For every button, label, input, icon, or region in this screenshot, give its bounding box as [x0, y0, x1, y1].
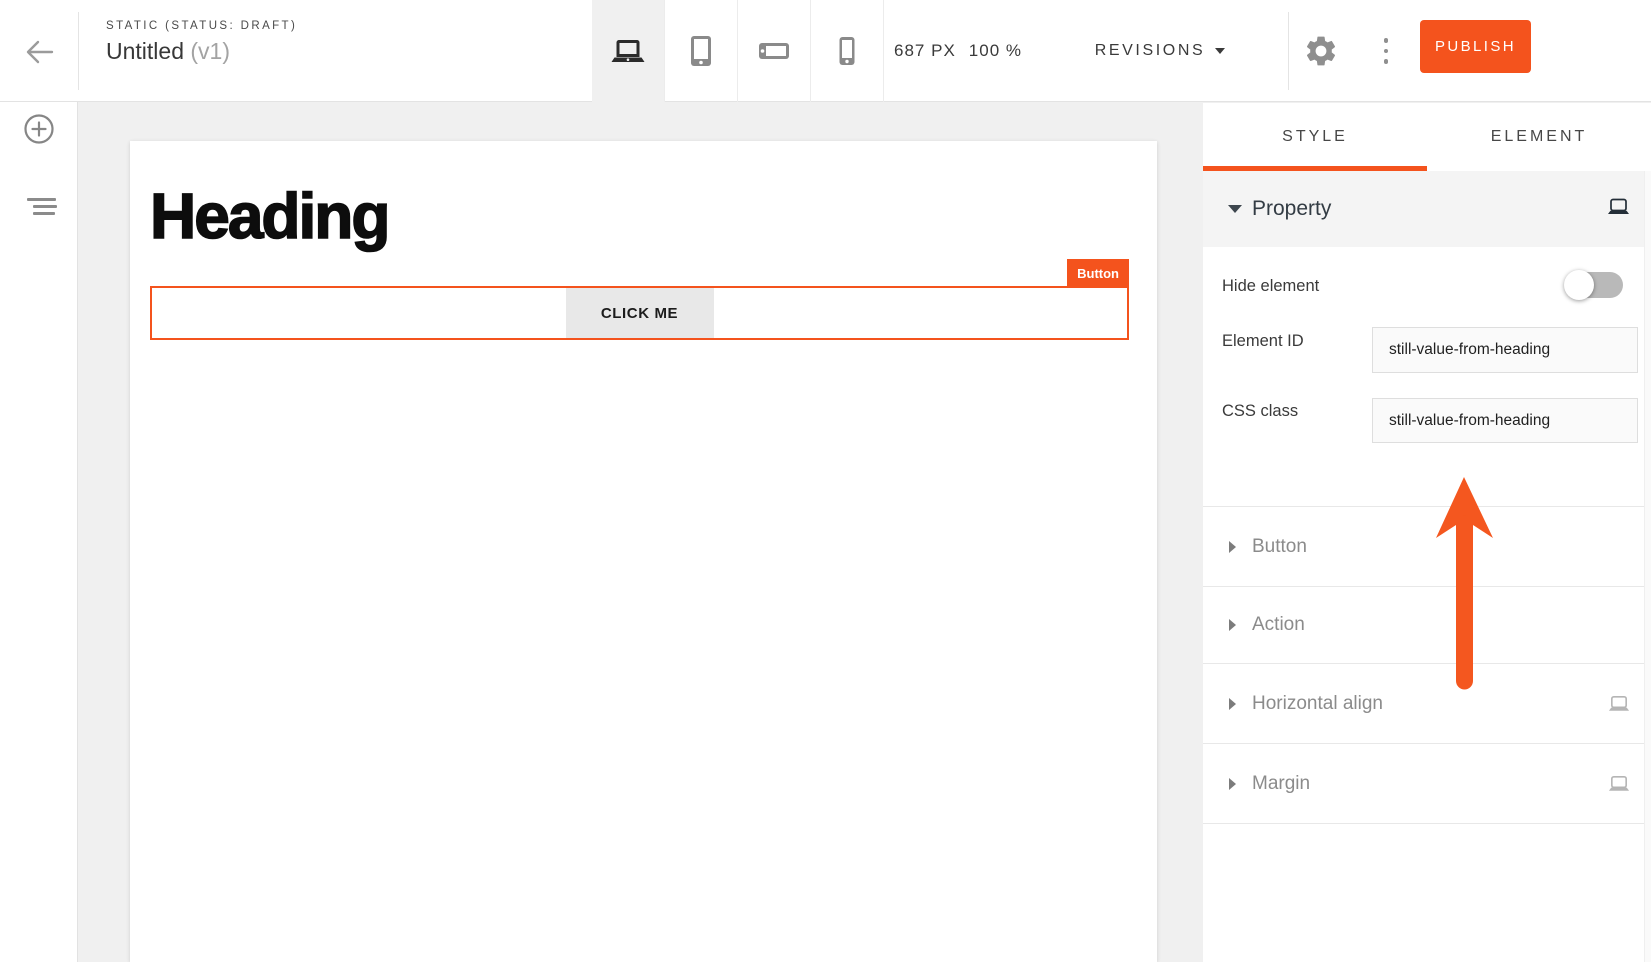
hide-element-toggle[interactable]	[1566, 272, 1623, 298]
page-status: STATIC (STATUS: DRAFT)	[106, 20, 297, 32]
inspector-tabs: STYLE ELEMENT	[1203, 103, 1651, 171]
outline-icon	[27, 198, 56, 201]
page-version: (v1)	[190, 38, 230, 64]
top-toolbar: STATIC (STATUS: DRAFT) Untitled (v1)	[0, 0, 1651, 102]
arrow-left-icon	[22, 38, 56, 66]
property-section-body: Hide element Element ID CSS class	[1203, 247, 1651, 506]
caret-right-icon	[1229, 619, 1236, 631]
laptop-icon	[611, 38, 645, 64]
page-outline-button[interactable]	[0, 190, 78, 226]
css-class-input[interactable]	[1372, 398, 1638, 443]
left-toolbar	[0, 102, 78, 962]
viewport-width-value: 687 PX	[894, 41, 956, 61]
tab-style[interactable]: STYLE	[1203, 103, 1427, 171]
kebab-icon	[1384, 38, 1389, 43]
caret-down-icon	[1228, 205, 1242, 213]
section-margin[interactable]: Margin	[1203, 743, 1651, 823]
tab-element[interactable]: ELEMENT	[1427, 103, 1651, 171]
tablet-landscape-icon	[758, 42, 790, 60]
desktop-breakpoint-icon	[1607, 198, 1630, 221]
element-id-input[interactable]	[1372, 327, 1638, 373]
device-preview-switcher	[592, 0, 884, 102]
device-tablet-portrait-button[interactable]	[665, 0, 738, 102]
divider	[78, 12, 79, 90]
publish-button[interactable]: PUBLISH	[1420, 20, 1531, 73]
page-title: Untitled (v1)	[106, 38, 297, 65]
inspector-panel: STYLE ELEMENT Property Hide element Elem…	[1203, 103, 1651, 962]
caret-right-icon	[1229, 698, 1236, 710]
plus-circle-icon	[23, 113, 55, 145]
chevron-down-icon	[1215, 48, 1225, 54]
selected-element-outline[interactable]: Button CLICK ME	[150, 286, 1129, 340]
element-id-label: Element ID	[1222, 332, 1304, 351]
property-section-header[interactable]: Property	[1203, 171, 1644, 247]
caret-right-icon	[1229, 778, 1236, 790]
panel-scrollbar[interactable]	[1644, 171, 1651, 962]
canvas-heading-element[interactable]: Heading	[150, 179, 388, 253]
device-desktop-button[interactable]	[592, 0, 665, 102]
hide-element-label: Hide element	[1222, 277, 1319, 296]
page-title-block: STATIC (STATUS: DRAFT) Untitled (v1)	[106, 20, 297, 65]
device-phone-button[interactable]	[811, 0, 884, 102]
settings-button[interactable]	[1303, 33, 1339, 69]
revisions-dropdown[interactable]: REVISIONS	[1032, 0, 1288, 102]
css-class-label: CSS class	[1222, 402, 1298, 421]
viewport-size-indicator: 687 PX 100 %	[884, 0, 1032, 102]
caret-right-icon	[1229, 541, 1236, 553]
zoom-level-value: 100 %	[969, 41, 1022, 61]
canvas-workspace: Heading Button CLICK ME	[78, 102, 1203, 962]
section-button[interactable]: Button	[1203, 506, 1651, 586]
back-button[interactable]	[22, 38, 56, 66]
toggle-knob	[1564, 270, 1594, 300]
section-action[interactable]: Action	[1203, 586, 1651, 663]
section-horizontal-align[interactable]: Horizontal align	[1203, 663, 1651, 743]
page-canvas[interactable]: Heading Button CLICK ME	[130, 141, 1157, 962]
property-section-title: Property	[1252, 197, 1331, 221]
more-options-button[interactable]	[1374, 31, 1398, 71]
tablet-portrait-icon	[689, 35, 713, 67]
gear-icon	[1303, 33, 1339, 69]
selected-element-tag: Button	[1067, 259, 1129, 288]
desktop-breakpoint-icon	[1608, 775, 1630, 798]
desktop-breakpoint-icon	[1608, 695, 1630, 718]
phone-icon	[838, 36, 856, 66]
device-tablet-landscape-button[interactable]	[738, 0, 811, 102]
collapsed-sections: Button Action Horizontal align Margin	[1203, 506, 1651, 824]
add-element-button[interactable]	[23, 113, 55, 145]
canvas-button-element[interactable]: CLICK ME	[566, 288, 714, 338]
divider	[1288, 12, 1289, 90]
